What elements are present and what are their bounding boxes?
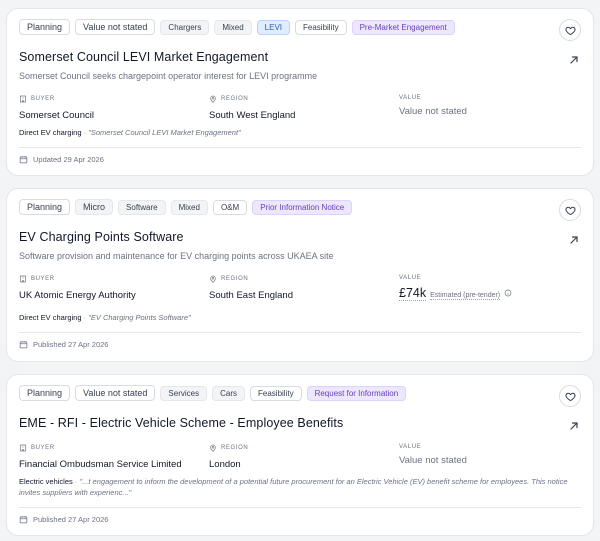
arrow-up-right-icon[interactable] <box>568 420 580 432</box>
notice-type-tag: Prior Information Notice <box>252 199 353 215</box>
heart-icon <box>564 26 576 35</box>
tender-summary: Somerset Council seeks chargepoint opera… <box>19 71 318 81</box>
save-button[interactable] <box>559 19 581 41</box>
info-icon[interactable] <box>504 289 512 297</box>
notice-type-tag: Pre-Market Engagement <box>351 19 455 35</box>
value-label: VALUE <box>399 444 422 450</box>
buyer-field: BUYER UK Atomic Energy Authority <box>19 275 136 301</box>
tag-row: Planning Value not stated Chargers Mixed… <box>19 19 455 35</box>
stage-tag: Planning <box>19 385 71 401</box>
buyer-label: BUYER <box>31 445 55 451</box>
calendar-icon <box>19 516 28 524</box>
match-category: Direct EV charging <box>19 313 82 322</box>
category-tag: Services <box>160 385 208 401</box>
value-amount: Value not stated <box>399 455 467 466</box>
heart-icon <box>564 392 576 401</box>
save-button[interactable] <box>559 199 581 221</box>
buyer-field: BUYER Financial Ombudsman Service Limite… <box>19 444 182 470</box>
match-reason: Electric vehicles · "...t engagement to … <box>19 476 579 498</box>
tender-card[interactable]: Planning Micro Software Mixed O&M Prior … <box>6 188 594 362</box>
tag-row: Planning Micro Software Mixed O&M Prior … <box>19 199 353 215</box>
region-label: REGION <box>221 445 249 451</box>
region-field: REGION London <box>209 444 248 470</box>
match-quote: "Somerset Council LEVI Market Engagement… <box>88 128 241 137</box>
region-label: REGION <box>221 276 249 282</box>
buyer-label: BUYER <box>31 96 55 102</box>
vehicle-tag: Cars <box>212 385 245 401</box>
tag-row: Planning Value not stated Services Cars … <box>19 385 407 401</box>
map-pin-icon <box>210 275 216 283</box>
value-label: VALUE <box>399 95 422 101</box>
region-name: South East England <box>209 290 293 301</box>
tender-title[interactable]: EME - RFI - Electric Vehicle Scheme - Em… <box>19 416 343 430</box>
date-text: Updated 29 Apr 2026 <box>33 155 104 164</box>
calendar-icon <box>19 156 28 164</box>
region-field: REGION South West England <box>209 95 295 121</box>
notice-type-tag: Request for Information <box>306 385 407 401</box>
type-tag: O&M <box>212 199 248 215</box>
buyer-field: BUYER Somerset Council <box>19 95 94 121</box>
value-field: VALUE £74k Estimated (pre-tender) <box>399 275 512 301</box>
arrow-up-right-icon[interactable] <box>568 54 580 66</box>
date-text: Published 27 Apr 2026 <box>33 515 109 524</box>
region-name: London <box>209 459 241 470</box>
match-category: Electric vehicles <box>19 477 73 486</box>
match-quote: "EV Charging Points Software" <box>88 313 191 322</box>
value-amount: £74k <box>399 286 427 301</box>
building-icon <box>20 275 26 283</box>
buyer-label: BUYER <box>31 276 55 282</box>
region-label: REGION <box>221 96 249 102</box>
mode-tag: Mixed <box>214 19 252 35</box>
date-text: Published 27 Apr 2026 <box>33 340 109 349</box>
tender-title[interactable]: Somerset Council LEVI Market Engagement <box>19 50 268 64</box>
category-tag: Chargers <box>160 19 210 35</box>
tender-card[interactable]: Planning Value not stated Chargers Mixed… <box>6 8 594 176</box>
save-button[interactable] <box>559 385 581 407</box>
heart-icon <box>564 206 576 215</box>
region-name: South West England <box>209 110 296 121</box>
value-field: VALUE Value not stated <box>399 95 467 117</box>
tender-card[interactable]: Planning Value not stated Services Cars … <box>6 374 594 536</box>
match-quote: "...t engagement to inform the developme… <box>19 477 568 497</box>
match-reason: Direct EV charging · "Somerset Council L… <box>19 127 579 138</box>
programme-tag: LEVI <box>256 19 291 35</box>
calendar-icon <box>19 341 28 349</box>
stage-tag: Planning <box>19 19 71 35</box>
value-label: VALUE <box>399 275 422 281</box>
map-pin-icon <box>210 444 216 452</box>
stage-tag: Planning <box>19 199 71 215</box>
value-amount: Value not stated <box>399 106 467 117</box>
tender-summary: Software provision and maintenance for E… <box>19 251 334 261</box>
tender-title[interactable]: EV Charging Points Software <box>19 230 184 244</box>
size-tag: Micro <box>75 199 114 215</box>
value-tag: Value not stated <box>75 385 156 401</box>
match-separator: · <box>83 313 87 322</box>
building-icon <box>20 95 26 103</box>
date-meta: Updated 29 Apr 2026 <box>19 155 104 164</box>
value-tag: Value not stated <box>75 19 156 35</box>
value-estimate-note: Estimated (pre-tender) <box>430 292 501 300</box>
arrow-up-right-icon[interactable] <box>568 234 580 246</box>
match-category: Direct EV charging <box>19 128 82 137</box>
buyer-name: Financial Ombudsman Service Limited <box>19 459 182 470</box>
divider <box>19 332 581 333</box>
divider <box>19 507 581 508</box>
match-reason: Direct EV charging · "EV Charging Points… <box>19 312 579 323</box>
building-icon <box>20 444 26 452</box>
divider <box>19 147 581 148</box>
buyer-name: Somerset Council <box>19 110 94 121</box>
match-separator: · <box>83 128 87 137</box>
type-tag: Feasibility <box>250 385 302 401</box>
type-tag: Feasibility <box>295 19 347 35</box>
map-pin-icon <box>210 95 216 103</box>
date-meta: Published 27 Apr 2026 <box>19 340 108 349</box>
category-tag: Software <box>118 199 166 215</box>
value-field: VALUE Value not stated <box>399 444 467 466</box>
buyer-name: UK Atomic Energy Authority <box>19 290 136 301</box>
mode-tag: Mixed <box>170 199 208 215</box>
match-separator: · <box>74 477 78 486</box>
date-meta: Published 27 Apr 2026 <box>19 515 108 524</box>
region-field: REGION South East England <box>209 275 293 301</box>
